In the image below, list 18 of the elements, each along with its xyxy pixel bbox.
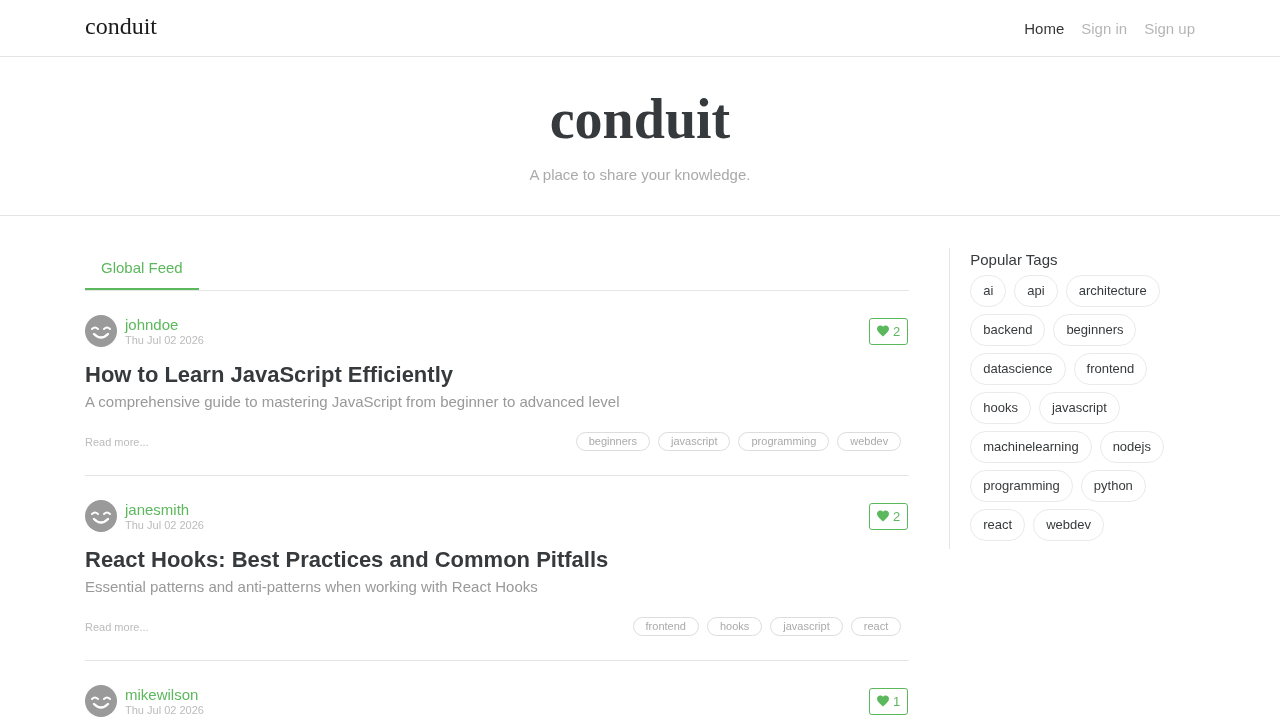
heart-icon [877, 325, 889, 337]
banner-title: conduit [549, 87, 731, 151]
avatar-icon[interactable] [85, 315, 117, 347]
article-title[interactable]: How to Learn JavaScript Efficiently [85, 360, 453, 390]
heart-icon [877, 695, 889, 707]
brand-logo[interactable]: conduit [85, 13, 157, 43]
nav-link[interactable]: Home [1024, 15, 1065, 41]
article-date: Thu Jul 02 2026 [125, 702, 204, 717]
article-date: Thu Jul 02 2026 [125, 333, 204, 347]
heart-icon [877, 510, 889, 522]
article-description: Essential patterns and anti-patterns when working with React Hooks [85, 577, 539, 597]
article-description: A comprehensive guide to mastering JavaScript from beginner to advanced level [85, 392, 621, 412]
avatar-icon[interactable] [85, 500, 117, 532]
sidebar-title: Popular Tags [970, 250, 1059, 270]
article-title[interactable]: React Hooks: Best Practices and Common Pitfalls [85, 545, 609, 575]
avatar-icon[interactable] [85, 685, 117, 717]
banner-subtitle: A place to share your knowledge. [529, 165, 751, 185]
article-date: Thu Jul 02 2026 [125, 518, 204, 532]
